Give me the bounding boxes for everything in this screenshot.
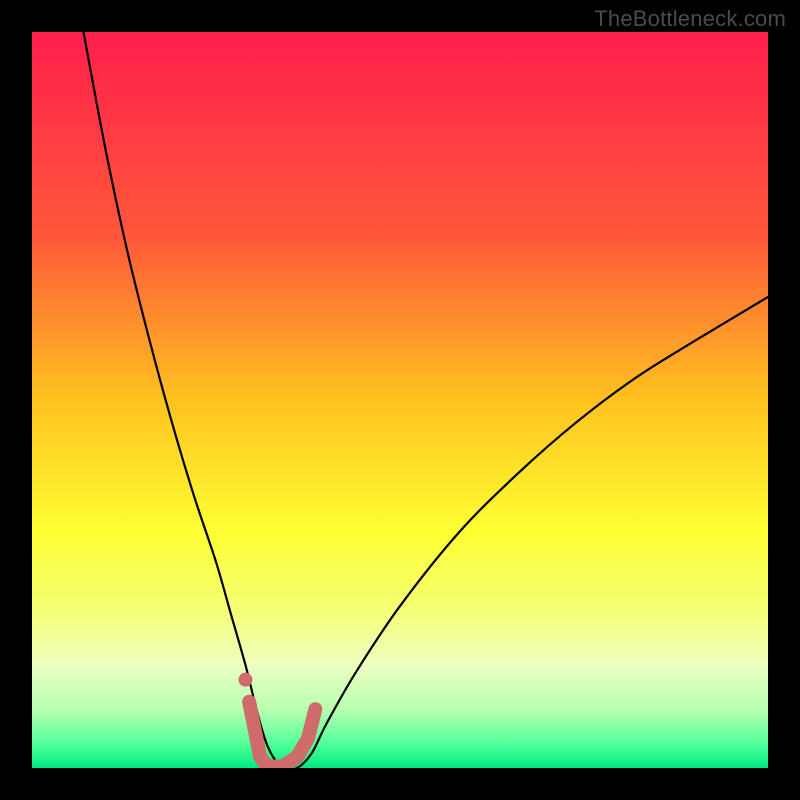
frame-border (0, 768, 800, 800)
plot-area (32, 32, 768, 768)
frame-border (0, 0, 32, 800)
frame-border (768, 0, 800, 800)
watermark-text: TheBottleneck.com (594, 6, 786, 32)
bottleneck-chart (32, 32, 768, 768)
highlight-dot (238, 673, 252, 687)
gradient-background (32, 32, 768, 768)
